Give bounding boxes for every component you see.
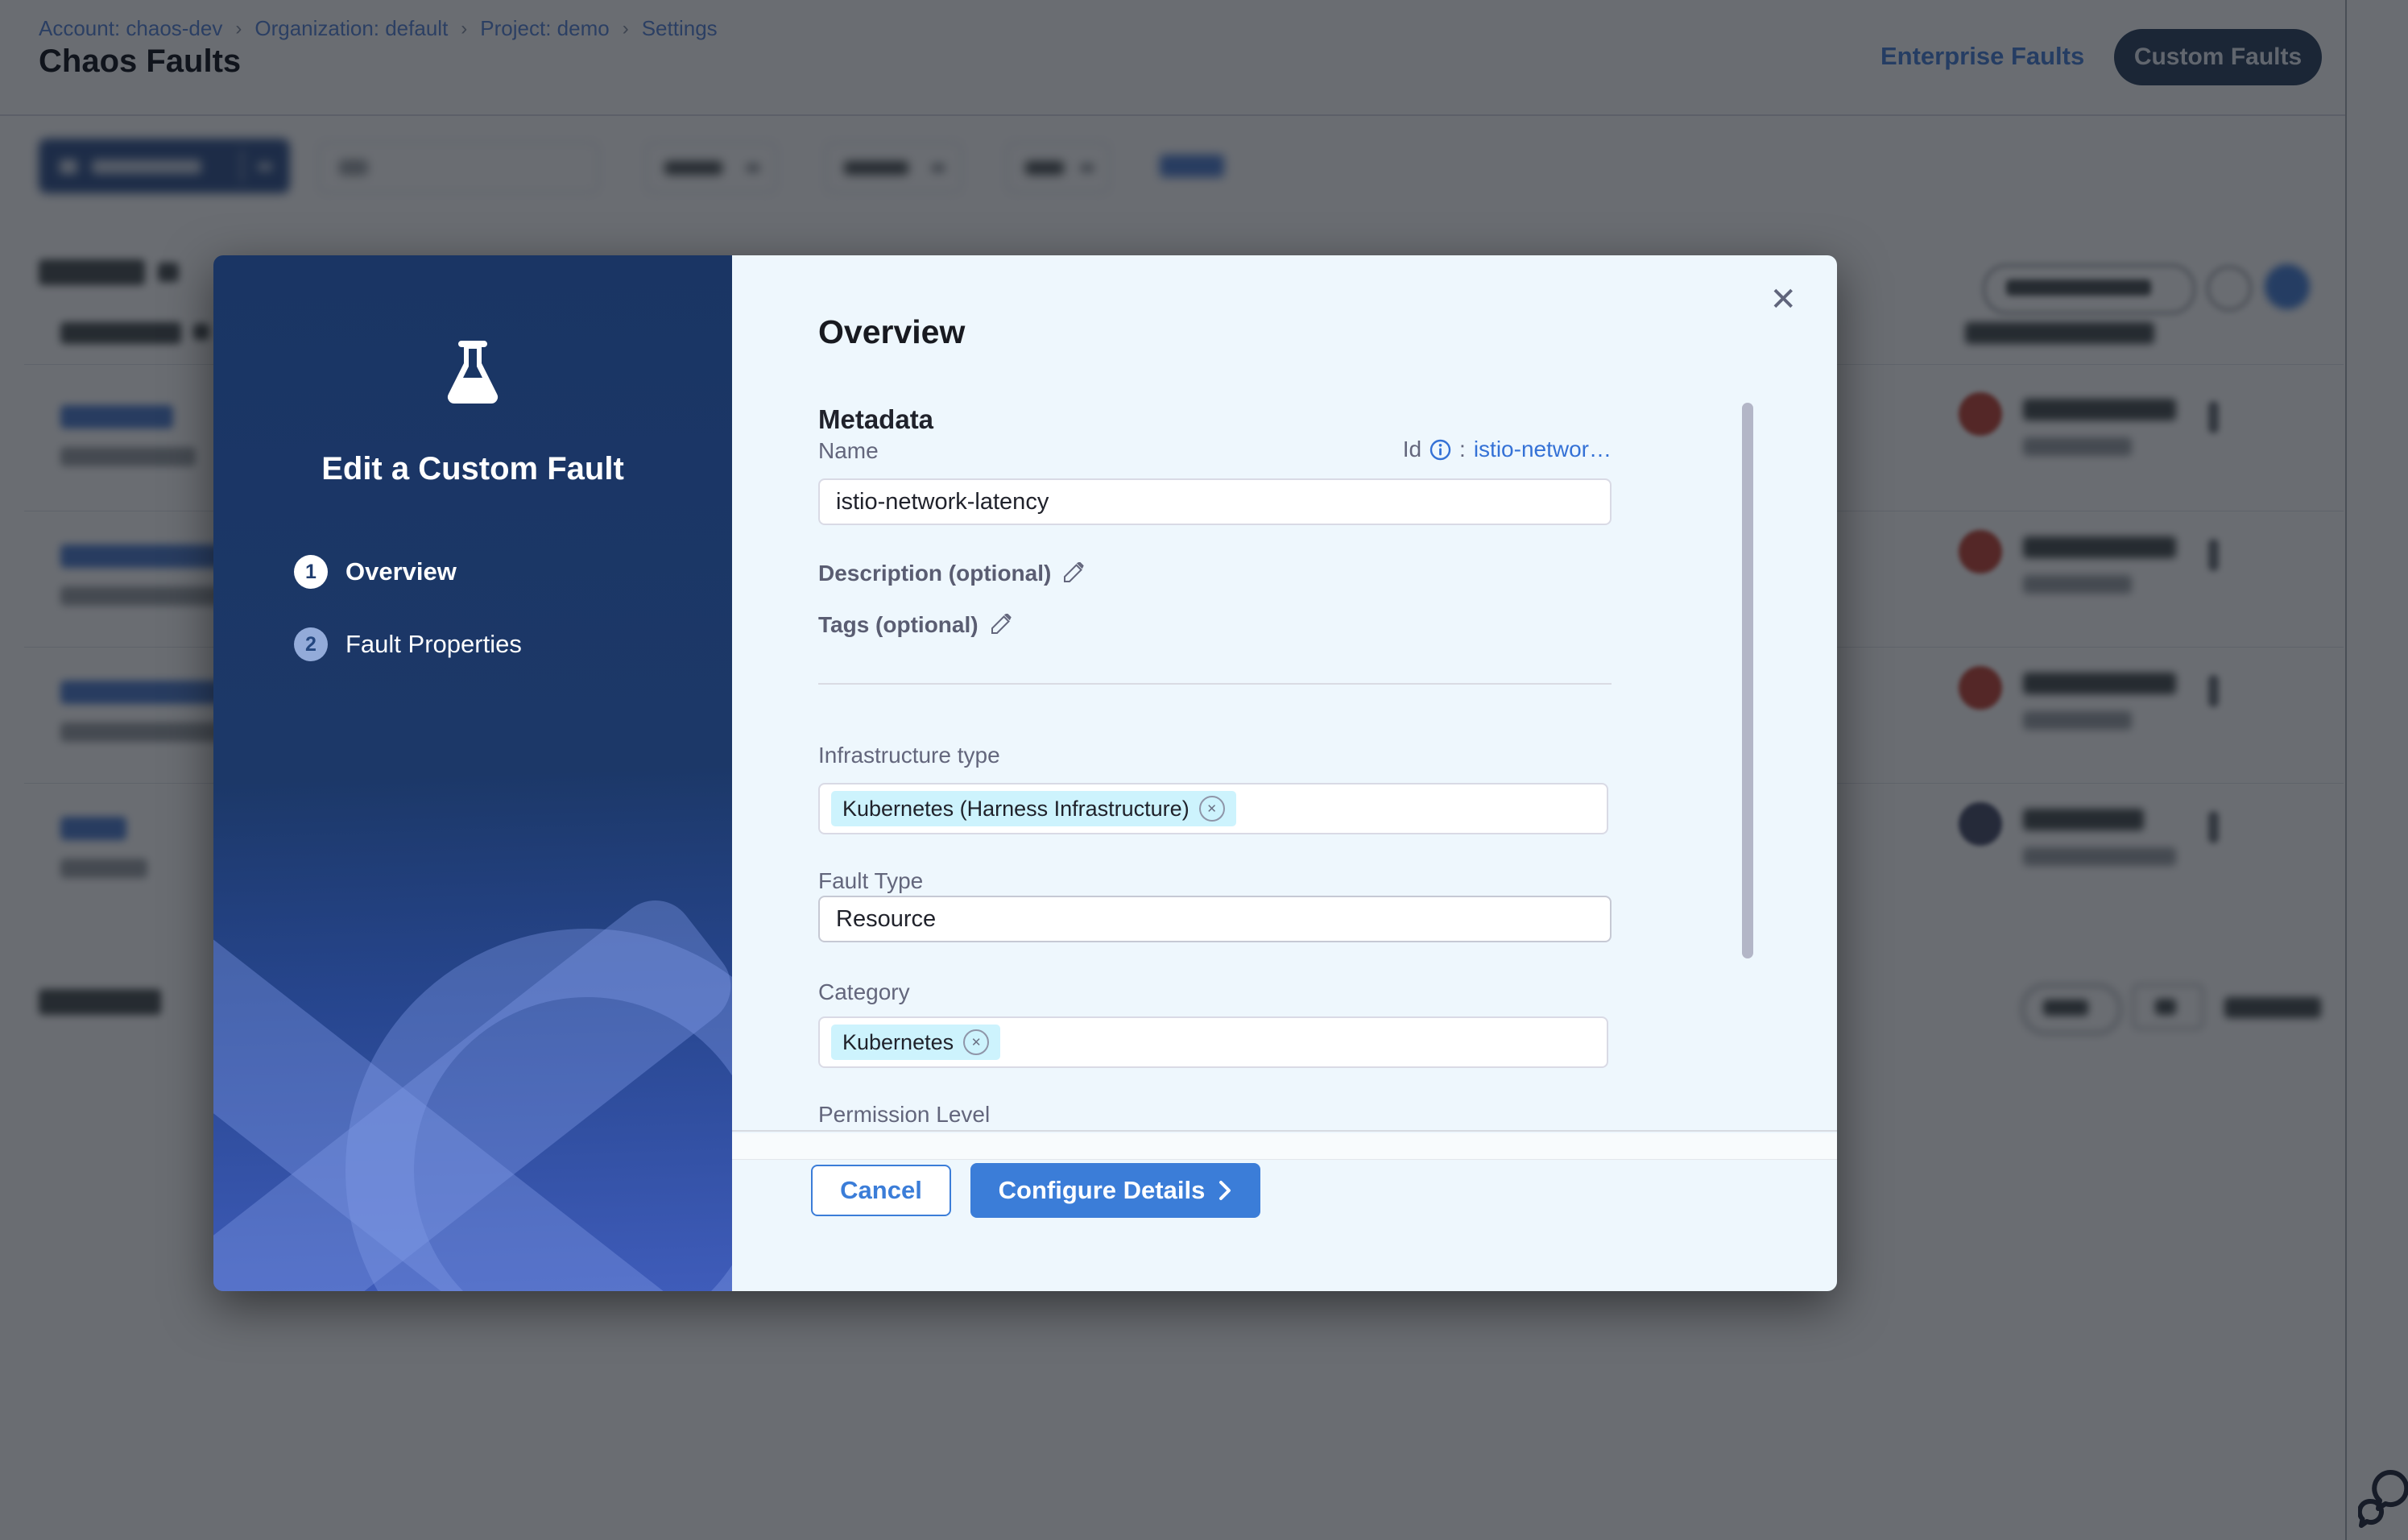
id-label: Id — [1403, 437, 1421, 462]
step-label: Fault Properties — [345, 630, 522, 659]
info-icon[interactable] — [1429, 439, 1451, 461]
step-number-badge: 1 — [294, 555, 328, 589]
x-circle-icon[interactable]: ✕ — [963, 1029, 989, 1055]
x-circle-icon[interactable]: ✕ — [1199, 796, 1225, 822]
edit-icon[interactable] — [990, 614, 1012, 641]
tags-label: Tags (optional) — [818, 612, 1012, 641]
category-input[interactable]: Kubernetes ✕ — [818, 1016, 1608, 1068]
infrastructure-chip: Kubernetes (Harness Infrastructure) ✕ — [831, 791, 1236, 826]
category-chip: Kubernetes ✕ — [831, 1025, 1000, 1060]
edit-custom-fault-modal: Edit a Custom Fault 1 Overview 2 Fault P… — [213, 255, 1837, 1291]
fault-id-row: Id : istio-networ… — [818, 437, 1612, 462]
wizard-panel: Edit a Custom Fault 1 Overview 2 Fault P… — [213, 255, 732, 1291]
section-divider — [818, 683, 1612, 685]
cancel-button[interactable]: Cancel — [811, 1165, 951, 1216]
screen: Account: chaos-dev › Organization: defau… — [0, 0, 2408, 1540]
fault-id-link[interactable]: istio-networ… — [1474, 437, 1612, 462]
id-separator: : — [1459, 437, 1466, 462]
logo-watermark — [345, 929, 732, 1291]
permission-level-label: Permission Level — [818, 1102, 990, 1128]
close-icon[interactable]: ✕ — [1765, 283, 1802, 317]
modal-content: ✕ Overview Metadata Name Id : istio-n — [732, 255, 1837, 1291]
wizard-step-overview[interactable]: 1 Overview — [294, 555, 457, 589]
modal-title: Overview — [818, 313, 965, 351]
chevron-right-icon — [1218, 1180, 1232, 1201]
metadata-heading: Metadata — [818, 404, 933, 435]
name-input[interactable] — [818, 478, 1612, 525]
infrastructure-type-label: Infrastructure type — [818, 743, 1000, 768]
wizard-step-fault-properties[interactable]: 2 Fault Properties — [294, 627, 522, 661]
form-scroll-area[interactable]: Metadata Name Id : istio-networ… — [732, 388, 1837, 1132]
fault-type-label: Fault Type — [818, 868, 923, 894]
modal-scrollbar[interactable] — [1742, 403, 1753, 958]
configure-details-button[interactable]: Configure Details — [970, 1163, 1260, 1218]
footer-band — [732, 1133, 1837, 1160]
edit-icon[interactable] — [1062, 562, 1084, 590]
step-label: Overview — [345, 557, 457, 586]
step-number-badge: 2 — [294, 627, 328, 661]
category-label: Category — [818, 979, 910, 1005]
page-scrollbar-track[interactable] — [2345, 0, 2347, 1540]
fault-type-input[interactable] — [818, 896, 1612, 942]
wizard-title: Edit a Custom Fault — [213, 451, 732, 487]
infrastructure-type-input[interactable]: Kubernetes (Harness Infrastructure) ✕ — [818, 783, 1608, 834]
description-label: Description (optional) — [818, 561, 1084, 590]
flask-icon — [445, 339, 500, 412]
